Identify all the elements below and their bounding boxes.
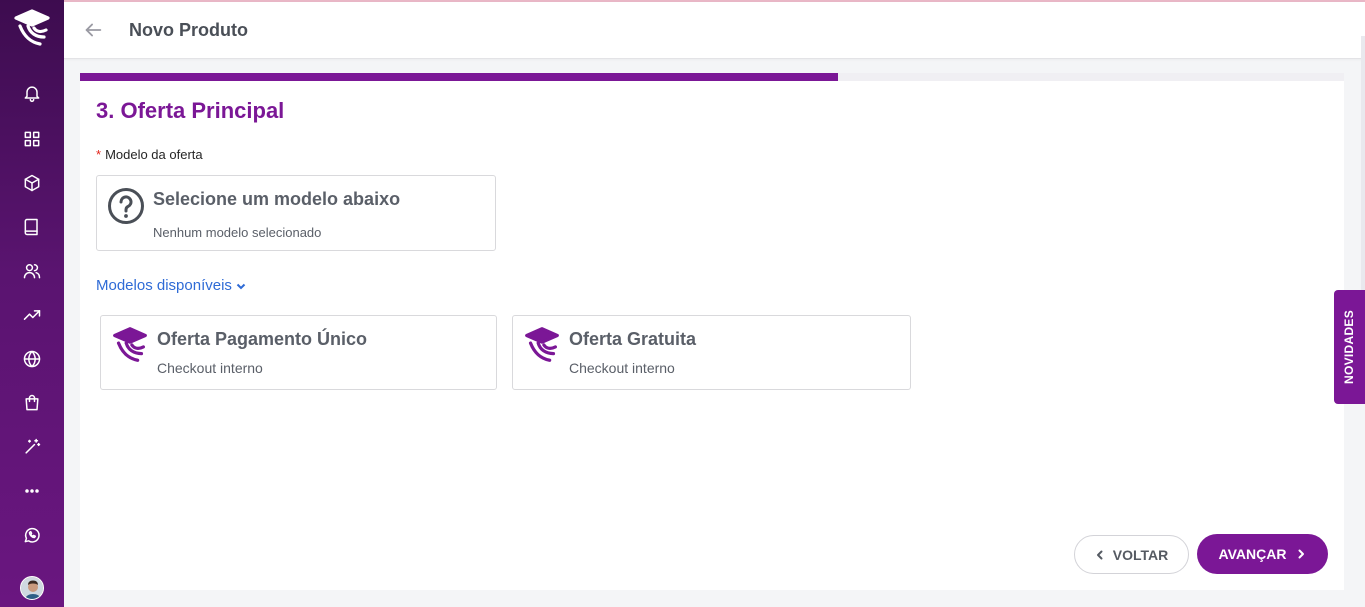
required-mark: * bbox=[96, 147, 102, 162]
trending-up-icon[interactable] bbox=[20, 303, 44, 327]
available-models-toggle[interactable]: Modelos disponíveis bbox=[96, 277, 246, 294]
chevron-down-icon bbox=[236, 283, 246, 289]
page-title: Novo Produto bbox=[129, 20, 248, 40]
model-card-pagamento-unico[interactable]: Oferta Pagamento Único Checkout interno bbox=[100, 315, 497, 390]
selected-model-subtitle: Nenhum modelo selecionado bbox=[153, 225, 322, 240]
wizard-card: 3. Oferta Principal * Modelo da oferta Se… bbox=[80, 73, 1344, 590]
shopping-bag-icon[interactable] bbox=[20, 391, 44, 415]
novidades-tab[interactable]: NOVIDADES bbox=[1334, 290, 1365, 404]
progress-bar bbox=[80, 73, 1344, 81]
progress-bar-fill bbox=[80, 73, 839, 81]
novidades-label: NOVIDADES bbox=[1342, 309, 1357, 385]
avatar[interactable] bbox=[20, 576, 44, 600]
field-label: * Modelo da oferta bbox=[96, 147, 203, 162]
grid-icon[interactable] bbox=[20, 127, 44, 151]
model-title: Oferta Gratuita bbox=[569, 329, 697, 349]
next-button[interactable]: AVANÇAR bbox=[1197, 534, 1328, 574]
question-circle-icon bbox=[107, 187, 145, 225]
magic-wand-icon[interactable] bbox=[20, 435, 44, 459]
next-button-label: AVANÇAR bbox=[1218, 546, 1287, 562]
sidebar bbox=[0, 0, 64, 607]
available-models-label: Modelos disponíveis bbox=[96, 277, 232, 294]
globe-icon[interactable] bbox=[20, 347, 44, 371]
scrollbar-track[interactable] bbox=[1361, 36, 1365, 290]
box-icon[interactable] bbox=[20, 171, 44, 195]
bell-icon[interactable] bbox=[20, 81, 44, 105]
brand-logo-icon bbox=[109, 324, 151, 366]
back-button-label: VOLTAR bbox=[1112, 546, 1169, 563]
back-arrow-icon[interactable] bbox=[82, 19, 104, 41]
selected-model-title: Selecione um modelo abaixo bbox=[153, 189, 401, 209]
whatsapp-icon[interactable] bbox=[20, 523, 44, 547]
book-icon[interactable] bbox=[20, 215, 44, 239]
more-icon[interactable] bbox=[20, 479, 44, 503]
model-subtitle: Checkout interno bbox=[157, 360, 263, 376]
brand-logo[interactable] bbox=[10, 6, 54, 50]
users-icon[interactable] bbox=[20, 259, 44, 283]
step-title: 3. Oferta Principal bbox=[96, 98, 285, 123]
back-button[interactable]: VOLTAR bbox=[1074, 535, 1189, 574]
model-title: Oferta Pagamento Único bbox=[157, 329, 368, 349]
chevron-right-icon bbox=[1298, 549, 1305, 559]
model-card-gratuita[interactable]: Oferta Gratuita Checkout interno bbox=[512, 315, 911, 390]
chevron-left-icon bbox=[1096, 550, 1103, 559]
selected-model-box: Selecione um modelo abaixo Nenhum modelo… bbox=[96, 175, 496, 251]
brand-logo-icon bbox=[521, 324, 563, 366]
field-label-text: Modelo da oferta bbox=[105, 147, 203, 162]
model-subtitle: Checkout interno bbox=[569, 360, 675, 376]
page-header: Novo Produto bbox=[64, 2, 1365, 59]
